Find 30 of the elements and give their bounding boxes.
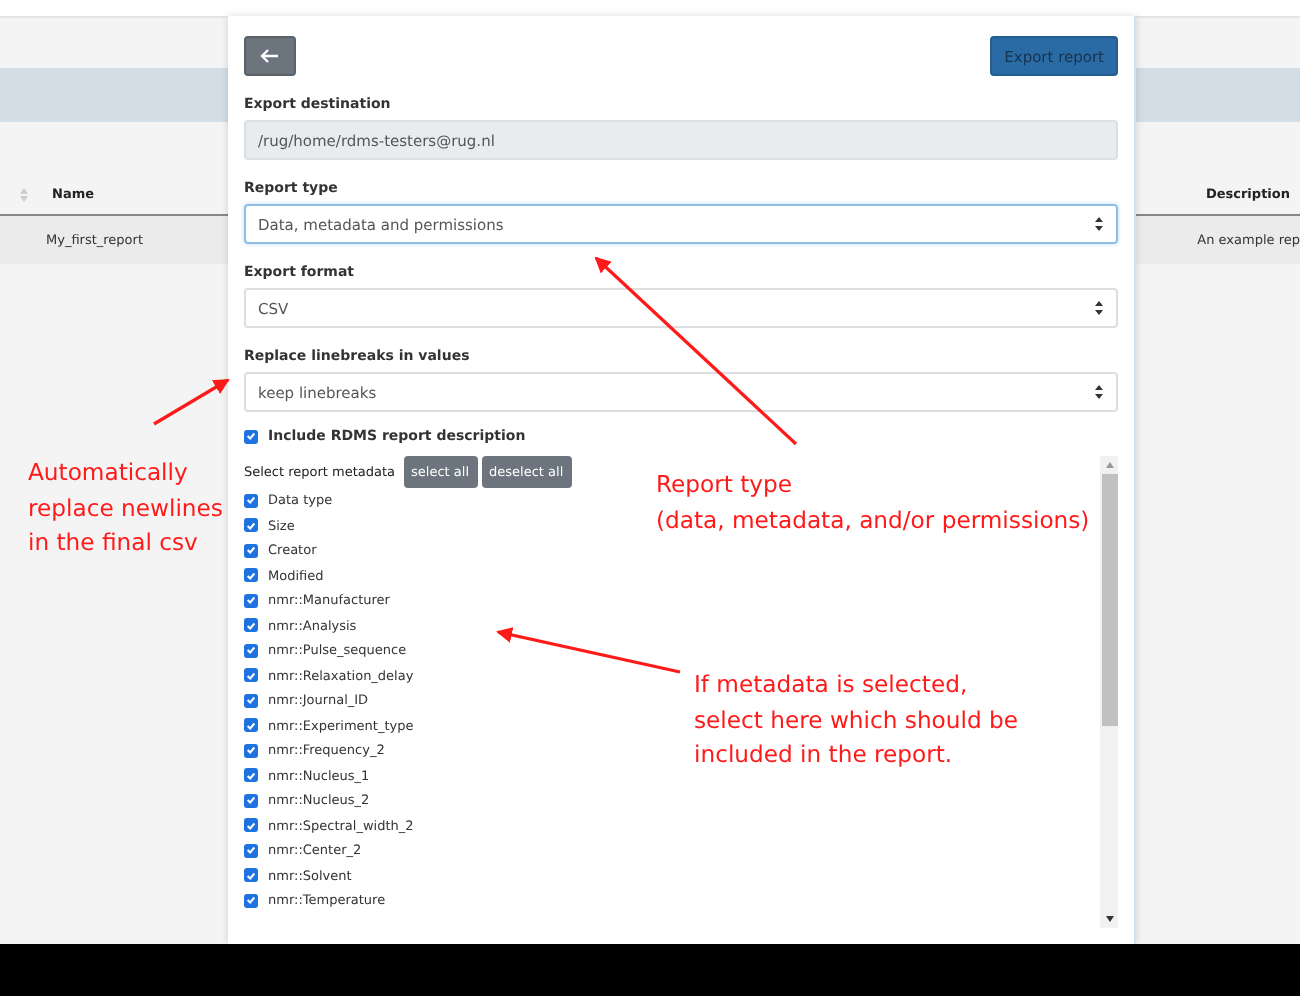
scroll-up-icon[interactable] — [1105, 462, 1113, 468]
checkbox[interactable] — [244, 618, 258, 633]
back-button[interactable] — [244, 36, 296, 76]
scrollbar[interactable] — [1100, 456, 1118, 928]
annotation-text: Automatically replace newlines in the final csv — [28, 456, 223, 560]
select-caret-icon — [1094, 300, 1104, 316]
annotation-text: Report type (data, metadata, and/or permissions) — [656, 468, 1090, 537]
select-caret-icon — [1094, 216, 1104, 232]
checkbox[interactable] — [244, 493, 258, 508]
checkbox[interactable] — [244, 593, 258, 608]
checkbox[interactable] — [244, 668, 258, 683]
checkbox[interactable] — [244, 643, 258, 658]
checkbox[interactable] — [244, 818, 258, 833]
checkbox[interactable] — [244, 543, 258, 558]
checkbox[interactable] — [244, 893, 258, 908]
checkbox[interactable] — [244, 843, 258, 858]
checkbox[interactable] — [244, 693, 258, 708]
checkbox[interactable] — [244, 768, 258, 783]
checkbox[interactable] — [244, 429, 258, 443]
checkbox[interactable] — [244, 518, 258, 533]
left-arrow-icon — [260, 48, 280, 64]
checkbox[interactable] — [244, 743, 258, 758]
annotation-text: If metadata is selected, select here which should be included in the report. — [694, 668, 1018, 772]
select-caret-icon — [1094, 384, 1104, 400]
checkbox[interactable] — [244, 568, 258, 583]
checkbox[interactable] — [244, 793, 258, 808]
annotation-arrow — [153, 378, 230, 426]
checkbox[interactable] — [244, 868, 258, 883]
checkbox[interactable] — [244, 718, 258, 733]
scroll-down-icon[interactable] — [1105, 916, 1113, 922]
